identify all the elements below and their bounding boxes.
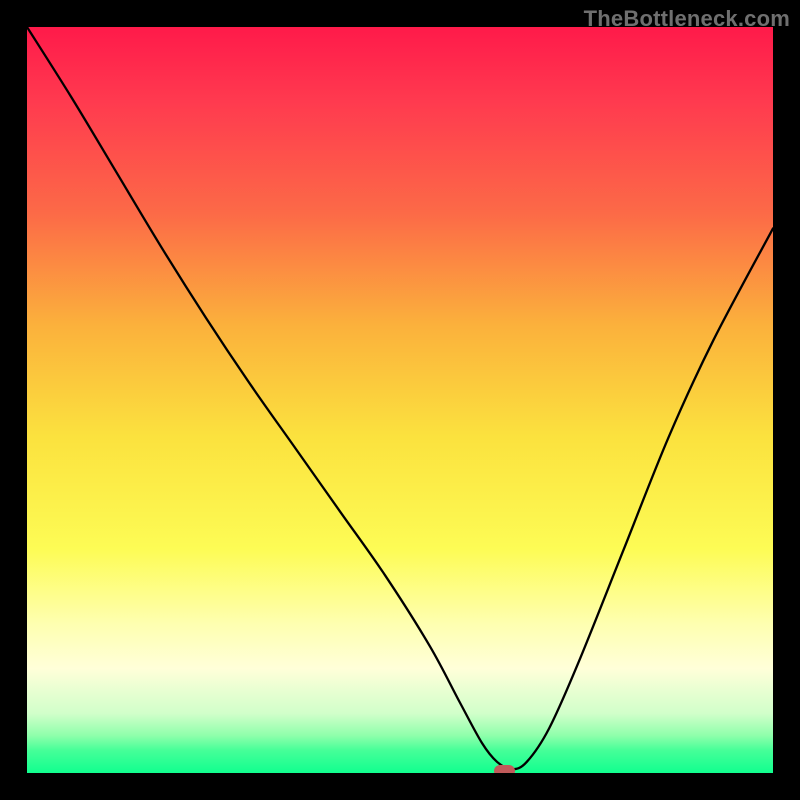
watermark-text: TheBottleneck.com <box>584 6 790 32</box>
gradient-background <box>27 27 773 773</box>
optimal-point-marker <box>494 765 515 773</box>
chart-frame: TheBottleneck.com <box>0 0 800 800</box>
bottleneck-chart-svg <box>27 27 773 773</box>
plot-area <box>27 27 773 773</box>
